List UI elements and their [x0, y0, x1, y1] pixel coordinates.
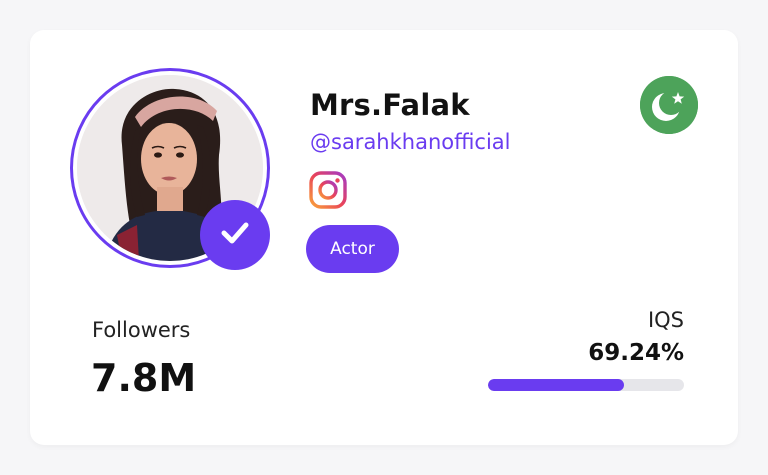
category-chip[interactable]: Actor	[306, 225, 399, 273]
iqs-value: 69.24%	[588, 340, 684, 366]
instagram-icon[interactable]	[308, 170, 348, 210]
avatar-container[interactable]	[70, 68, 270, 270]
iqs-progress-fill	[488, 379, 624, 391]
profile-handle-link[interactable]: @sarahkhanofficial	[310, 130, 511, 154]
pakistan-flag-icon	[640, 76, 698, 134]
iqs-label: IQS	[647, 308, 684, 332]
verified-badge	[200, 200, 270, 270]
check-icon	[217, 215, 253, 255]
iqs-progress-track	[488, 379, 684, 391]
followers-value: 7.8M	[91, 356, 197, 400]
followers-label: Followers	[92, 318, 191, 342]
profile-name: Mrs.Falak	[310, 88, 470, 122]
